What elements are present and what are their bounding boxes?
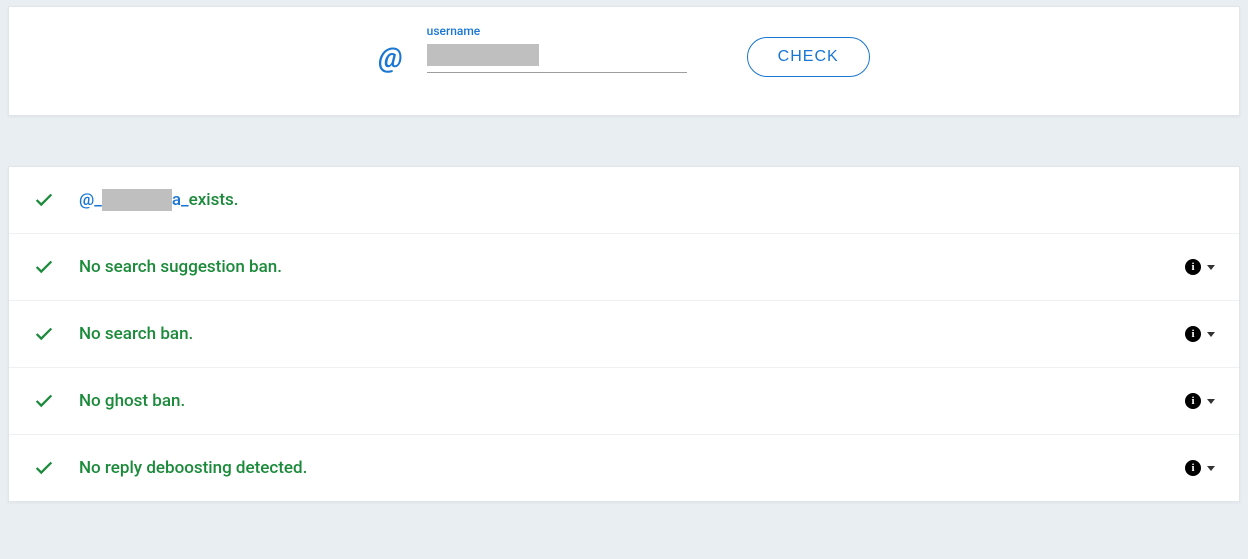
result-row: No search suggestion ban. i <box>9 234 1239 301</box>
handle-suffix: a_ <box>172 190 189 210</box>
result-text: No ghost ban. <box>79 391 185 411</box>
check-icon <box>33 390 55 412</box>
result-text: No reply deboosting detected. <box>79 458 307 478</box>
at-symbol: @ <box>378 41 402 74</box>
redaction-bar <box>102 189 172 211</box>
check-icon <box>33 189 55 211</box>
row-actions: i <box>1185 259 1215 275</box>
username-form-card: @ username CHECK <box>8 6 1240 116</box>
profile-link[interactable]: @_ a_ <box>79 189 189 211</box>
result-row: No ghost ban. i <box>9 368 1239 435</box>
exists-text: @_ a_ exists. <box>79 189 239 211</box>
check-icon <box>33 256 55 278</box>
caret-down-icon[interactable] <box>1207 265 1215 270</box>
exists-tail: exists. <box>189 190 239 210</box>
username-label: username <box>427 24 481 38</box>
handle-prefix: @_ <box>79 190 102 210</box>
caret-down-icon[interactable] <box>1207 466 1215 471</box>
info-icon[interactable]: i <box>1185 326 1201 342</box>
caret-down-icon[interactable] <box>1207 399 1215 404</box>
check-icon <box>33 457 55 479</box>
row-actions: i <box>1185 326 1215 342</box>
result-row-exists: @_ a_ exists. <box>9 167 1239 234</box>
result-row: No reply deboosting detected. i <box>9 435 1239 501</box>
row-actions: i <box>1185 393 1215 409</box>
results-card: @_ a_ exists. No search suggestion ban. … <box>8 166 1240 502</box>
username-input-wrap: username <box>427 42 687 73</box>
check-button[interactable]: CHECK <box>747 37 870 77</box>
row-actions: i <box>1185 460 1215 476</box>
result-text: No search suggestion ban. <box>79 257 282 277</box>
info-icon[interactable]: i <box>1185 393 1201 409</box>
result-text: No search ban. <box>79 324 193 344</box>
check-icon <box>33 323 55 345</box>
info-icon[interactable]: i <box>1185 460 1201 476</box>
caret-down-icon[interactable] <box>1207 332 1215 337</box>
username-input[interactable] <box>427 42 687 73</box>
result-row: No search ban. i <box>9 301 1239 368</box>
info-icon[interactable]: i <box>1185 259 1201 275</box>
